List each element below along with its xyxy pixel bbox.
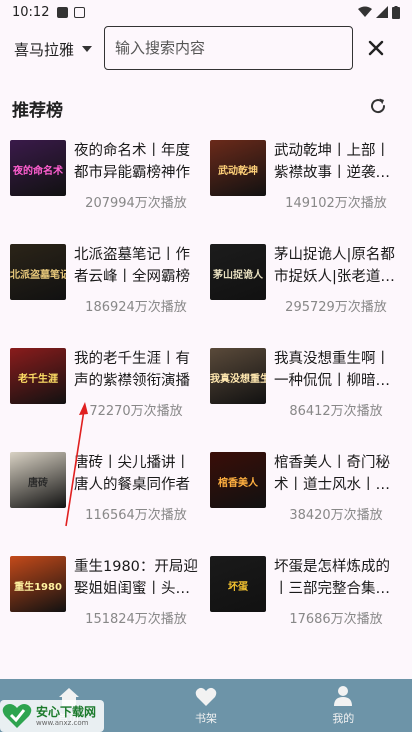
notification-screenshot-icon	[74, 6, 86, 18]
play-count: 38420万次播放	[289, 508, 383, 523]
notification-icons	[57, 6, 86, 18]
cover-title: 坏蛋	[228, 582, 248, 593]
list-item[interactable]: 北派盗墓笔记 北派盗墓笔记丨作者云峰丨全网霸榜 186924万次播放	[10, 240, 210, 336]
list-item[interactable]: 老千生涯 我的老千生涯丨有声的紫襟领衔演播 72270万次播放	[10, 344, 210, 440]
item-title: 重生1980：开局迎娶姐姐闺蜜丨头部主播	[74, 559, 198, 597]
close-icon[interactable]	[362, 34, 390, 62]
section-title: 推荐榜	[12, 101, 63, 121]
list-item[interactable]: 坏蛋 坏蛋是怎样炼成的丨三部完整合集丨六道 17686万次播放	[210, 552, 410, 648]
annotation-arrow	[65, 402, 88, 527]
battery-icon	[392, 5, 400, 19]
search-header: 喜马拉雅	[0, 24, 412, 74]
item-title: 我的老千生涯丨有声的紫襟领衔演播	[74, 351, 190, 389]
album-cover: 坏蛋	[210, 556, 266, 612]
cover-title: 北派盗墓笔记	[10, 270, 66, 281]
notification-a-icon	[57, 6, 69, 18]
list-item[interactable]: 武动乾坤 武动乾坤丨上部丨紫襟故事丨逆袭丨修仙 149102万次播放	[210, 136, 410, 232]
status-time: 10:12	[12, 4, 50, 20]
watermark: 安心下载网 www.anxz.com	[0, 700, 104, 732]
play-count: 116564万次播放	[85, 508, 187, 523]
status-indicators	[358, 5, 400, 19]
cover-title: 我真没想重生啊	[210, 374, 266, 385]
album-cover: 北派盗墓笔记	[10, 244, 66, 300]
nav-mine-label: 我的	[332, 712, 355, 725]
cover-title: 老千生涯	[18, 374, 58, 385]
list-item[interactable]: 我真没想重生啊我真没想重生啊丨一种侃侃丨柳暗花明 86412万次播放	[210, 344, 410, 440]
heart-icon	[195, 687, 217, 706]
list-item[interactable]: 唐砖 唐砖丨尖儿播讲丨唐人的餐桌同作者 116564万次播放	[10, 448, 210, 544]
item-title: 武动乾坤丨上部丨紫襟故事丨逆袭丨修仙	[274, 143, 390, 181]
chevron-down-icon	[82, 46, 93, 52]
play-count: 207994万次播放	[85, 196, 187, 211]
album-cover: 武动乾坤	[210, 140, 266, 196]
refresh-icon[interactable]	[367, 95, 389, 117]
play-count: 72270万次播放	[89, 404, 183, 419]
cover-title: 唐砖	[28, 478, 48, 489]
nav-mine[interactable]: 我的	[275, 679, 412, 732]
album-cover: 夜的命名术	[10, 140, 66, 196]
watermark-url: www.anxz.com	[36, 718, 89, 727]
cover-title: 武动乾坤	[218, 166, 258, 177]
item-title: 棺香美人丨奇门秘术丨道士风水丨悬疑	[274, 455, 390, 493]
album-cover: 唐砖	[10, 452, 66, 508]
play-count: 295729万次播放	[285, 300, 387, 315]
item-title: 茅山捉诡人|原名都市捉妖人|张老道传人	[274, 247, 395, 285]
item-title: 夜的命名术丨年度都市异能霸榜神作	[74, 143, 190, 181]
nav-bookshelf-label: 书架	[194, 712, 217, 725]
list-item[interactable]: 夜的命名术 夜的命名术丨年度都市异能霸榜神作 207994万次播放	[10, 136, 210, 232]
platform-dropdown[interactable]: 喜马拉雅	[14, 38, 93, 60]
play-count: 17686万次播放	[289, 612, 383, 627]
play-count: 151824万次播放	[85, 612, 187, 627]
platform-label: 喜马拉雅	[14, 40, 75, 59]
album-cover: 我真没想重生啊	[210, 348, 266, 404]
list-item[interactable]: 重生1980 重生1980：开局迎娶姐姐闺蜜丨头部主播 151824万次播放	[10, 552, 210, 648]
play-count: 86412万次播放	[289, 404, 383, 419]
cover-title: 重生1980	[14, 582, 62, 593]
album-cover: 棺香美人	[210, 452, 266, 508]
watermark-logo-icon	[2, 704, 32, 728]
item-title: 我真没想重生啊丨一种侃侃丨柳暗花明	[274, 351, 390, 389]
album-cover: 重生1980	[10, 556, 66, 612]
item-title: 北派盗墓笔记丨作者云峰丨全网霸榜	[74, 247, 190, 285]
cover-title: 棺香美人	[218, 478, 258, 489]
cover-title: 茅山捉诡人	[213, 270, 263, 281]
list-item[interactable]: 棺香美人 棺香美人丨奇门秘术丨道士风水丨悬疑 38420万次播放	[210, 448, 410, 544]
person-icon	[334, 686, 353, 706]
wifi-icon	[358, 6, 372, 17]
play-count: 149102万次播放	[285, 196, 387, 211]
search-input[interactable]	[104, 26, 353, 70]
list-item[interactable]: 茅山捉诡人茅山捉诡人|原名都市捉妖人|张老道传人 295729万次播放	[210, 240, 410, 336]
album-cover: 老千生涯	[10, 348, 66, 404]
nav-bookshelf[interactable]: 书架	[137, 679, 274, 732]
play-count: 186924万次播放	[85, 300, 187, 315]
album-cover: 茅山捉诡人	[210, 244, 266, 300]
cover-title: 夜的命名术	[13, 166, 63, 177]
watermark-title: 安心下载网	[36, 704, 97, 719]
item-title: 唐砖丨尖儿播讲丨唐人的餐桌同作者	[74, 455, 190, 493]
signal-icon	[376, 6, 388, 18]
item-title: 坏蛋是怎样炼成的丨三部完整合集丨六道	[274, 559, 390, 597]
status-bar: 10:12	[0, 0, 412, 24]
